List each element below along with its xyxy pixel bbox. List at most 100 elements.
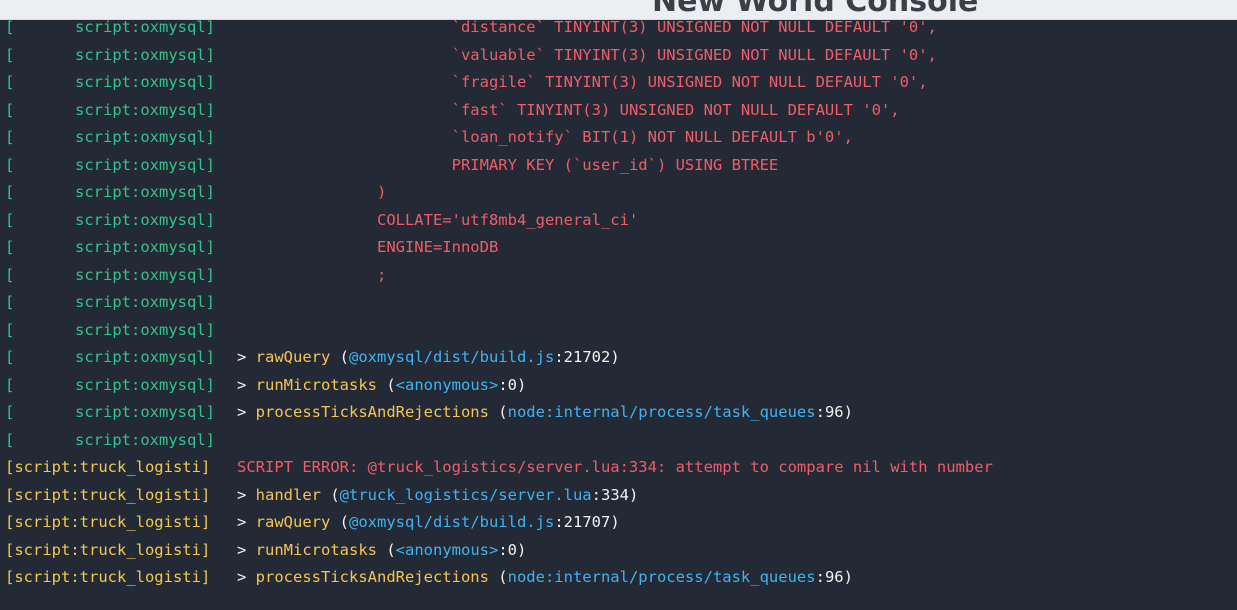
paren: ) [517, 375, 527, 394]
console-line: [script:truck_logisti] > runMicrotasks (<… [0, 537, 1237, 565]
trace-colon: : [554, 513, 564, 531]
trace-line-number: 334 [600, 485, 629, 504]
sql-text: ENGINE=InnoDB [376, 238, 499, 256]
trace-arrow: > [237, 485, 256, 504]
log-message: ENGINE=InnoDB [237, 234, 498, 262]
channel-tag: script:oxmysql] [75, 183, 215, 201]
trace-function: runMicrotasks [255, 375, 377, 394]
paren: ( [321, 485, 340, 504]
log-message: > handler (@truck_logistics/server.lua:3… [237, 482, 638, 510]
console-line: [script:oxmysql] > runMicrotasks (<anonym… [0, 372, 1237, 400]
paren: ) [517, 540, 527, 559]
trace-arrow: > [237, 568, 256, 586]
trace-line-number: 0 [507, 375, 518, 394]
console-line: [script:truck_logisti] > rawQuery (@oxmys… [0, 509, 1237, 537]
log-message: ) [237, 179, 386, 207]
trace-location-link: @oxmysql/dist/build.js [349, 348, 555, 366]
log-message: > processTicksAndRejections (node:intern… [237, 399, 853, 427]
trace-colon: : [498, 540, 508, 559]
channel-bracket: [ [5, 238, 15, 256]
log-message: > rawQuery (@oxmysql/dist/build.js:21702… [237, 344, 620, 372]
channel-bracket: [ [5, 320, 15, 339]
paren: ) [843, 568, 853, 586]
channel-tag: script:oxmysql] [75, 375, 215, 394]
channel-bracket: [ [5, 375, 15, 394]
console-line: [script:truck_logisti] > handler (@truck_… [0, 482, 1237, 510]
channel-tag: script:oxmysql] [75, 45, 215, 64]
channel-bracket: [ [5, 183, 15, 201]
sql-text: `loan_notify` BIT(1) NOT NULL DEFAULT b'… [451, 128, 853, 146]
trace-function: handler [255, 485, 321, 504]
sql-text: `fast` TINYINT(3) UNSIGNED NOT NULL DEFA… [451, 100, 900, 119]
trace-location-link: <anonymous> [395, 375, 499, 394]
channel-tag: script:oxmysql] [75, 238, 215, 256]
console-line: [script:oxmysql] `distance` TINYINT(3) U… [0, 20, 1237, 42]
log-message: `loan_notify` BIT(1) NOT NULL DEFAULT b'… [237, 124, 853, 152]
console-line: [script:oxmysql] `valuable` TINYINT(3) U… [0, 42, 1237, 70]
trace-colon: : [498, 375, 508, 394]
trace-arrow: > [237, 403, 256, 421]
channel-bracket: [ [5, 210, 15, 229]
console-line: [ script:oxmysql] [0, 317, 1237, 345]
log-message: PRIMARY KEY (`user_id`) USING BTREE [237, 152, 779, 180]
trace-function: processTicksAndRejections [255, 403, 489, 421]
trace-line-number: 0 [507, 540, 518, 559]
channel-tag: script:oxmysql] [75, 128, 215, 146]
channel-bracket: [ [5, 73, 15, 91]
log-message: `valuable` TINYINT(3) UNSIGNED NOT NULL … [237, 42, 937, 70]
trace-colon: : [815, 403, 825, 421]
trace-function: runMicrotasks [255, 540, 377, 559]
trace-line-number: 21702 [563, 348, 611, 366]
channel-tag: script:oxmysql] [75, 348, 215, 366]
console-output[interactable]: [ script:oxmysql] `distance` TINYINT(3) U… [0, 20, 1237, 610]
console-line: [script:oxmysql] COLLATE='utf8mb4_genera… [0, 207, 1237, 235]
log-message: `distance` TINYINT(3) UNSIGNED NOT NULL … [237, 20, 937, 42]
window-titlebar: New World Console [0, 0, 1237, 20]
sql-text: `valuable` TINYINT(3) UNSIGNED NOT NULL … [451, 45, 937, 64]
channel-bracket: [ [5, 293, 15, 311]
channel-bracket: [ [5, 403, 15, 421]
trace-colon: : [554, 348, 564, 366]
channel-tag: script:oxmysql] [75, 320, 215, 339]
trace-function: rawQuery [255, 513, 331, 531]
channel-bracket: [ [5, 348, 15, 366]
console-line: [ script:oxmysql] ENGINE=InnoDB [0, 234, 1237, 262]
log-message: > runMicrotasks (<anonymous>:0) [237, 537, 526, 565]
sql-text: PRIMARY KEY (`user_id`) USING BTREE [451, 155, 779, 174]
console-line: [script:truck_logisti] > processTicksAndR… [0, 564, 1237, 592]
channel-bracket: [ [5, 430, 15, 449]
log-message: COLLATE='utf8mb4_general_ci' [237, 207, 638, 235]
trace-location-link: @oxmysql/dist/build.js [349, 513, 555, 531]
trace-arrow: > [237, 513, 256, 531]
channel-tag: [script:truck_logisti] [5, 568, 211, 586]
trace-location-link: node:internal/process/task_queues [507, 403, 816, 421]
log-message: `fast` TINYINT(3) UNSIGNED NOT NULL DEFA… [237, 97, 900, 125]
paren: ( [330, 348, 349, 366]
channel-bracket: [ [5, 20, 15, 36]
channel-tag: script:oxmysql] [75, 155, 215, 174]
channel-bracket: [ [5, 128, 15, 146]
paren: ( [377, 540, 396, 559]
console-line: [ script:oxmysql] [0, 427, 1237, 455]
channel-tag: [script:truck_logisti] [5, 458, 211, 476]
paren: ) [610, 348, 620, 366]
channel-bracket: [ [5, 155, 15, 174]
channel-tag: script:oxmysql] [75, 73, 215, 91]
sql-text: COLLATE='utf8mb4_general_ci' [376, 210, 639, 229]
console-line: [ script:oxmysql] `loan_notify` BIT(1) NO… [0, 124, 1237, 152]
sql-text: `distance` TINYINT(3) UNSIGNED NOT NULL … [451, 20, 937, 36]
console-line: [ script:oxmysql] PRIMARY KEY (`user_id`)… [0, 152, 1237, 180]
channel-bracket: [ [5, 265, 15, 284]
paren: ( [330, 513, 349, 531]
channel-tag: [script:truck_logisti] [5, 540, 211, 559]
log-message: > rawQuery (@oxmysql/dist/build.js:21707… [237, 509, 620, 537]
paren: ) [610, 513, 620, 531]
channel-tag: script:oxmysql] [75, 265, 215, 284]
channel-tag: script:oxmysql] [75, 430, 215, 449]
